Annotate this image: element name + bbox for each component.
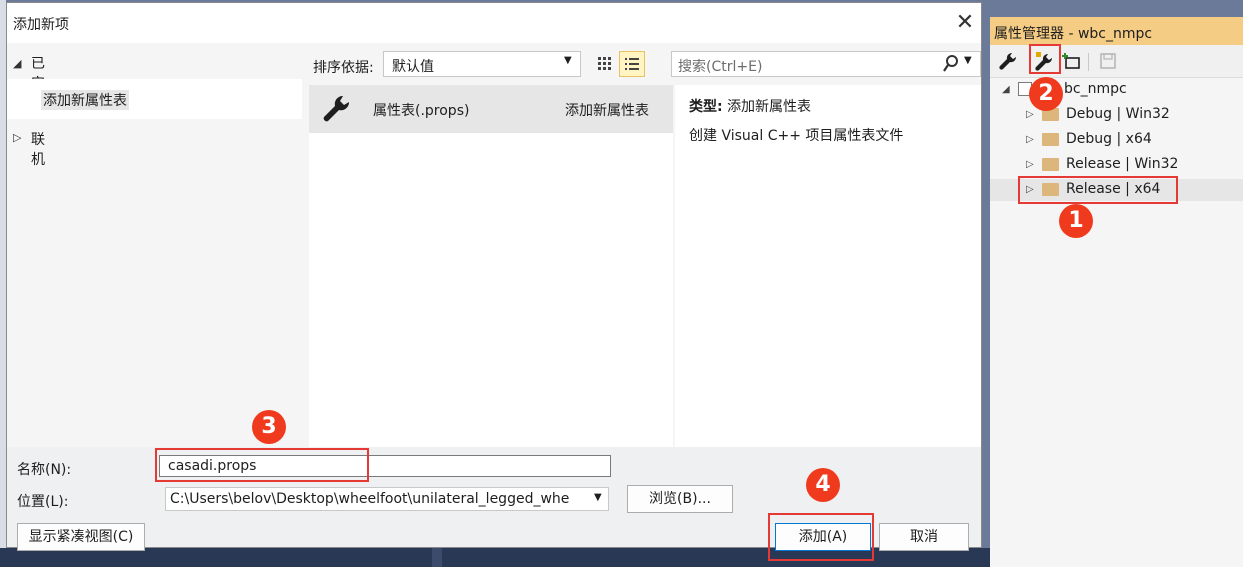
search-icon[interactable] [942, 54, 960, 74]
config-label: Debug | Win32 [1066, 106, 1170, 122]
tree-item-add-property-sheet[interactable]: 添加新属性表 [7, 79, 302, 119]
highlight-box-name [155, 448, 369, 482]
property-manager-header: 属性管理器 - wbc_nmpc [990, 17, 1243, 45]
collapsed-caret-icon[interactable]: ▷ [1026, 109, 1034, 120]
list-icon [625, 58, 639, 70]
ide-background-splitter [432, 548, 442, 567]
tree-node-config[interactable]: ▷ Release | Win32 [990, 154, 1243, 176]
sort-label: 排序依据: [313, 60, 374, 76]
highlight-box-release-x64 [1018, 176, 1178, 204]
step-badge: 2 [1029, 77, 1063, 111]
toolbar-divider [1088, 53, 1089, 71]
grid-view-button[interactable] [592, 51, 618, 77]
project-label: bc_nmpc [1064, 81, 1127, 97]
tree-node-config[interactable]: ▷ Debug | Win32 [990, 104, 1243, 126]
location-field[interactable]: C:\Users\belov\Desktop\wheelfoot\unilate… [165, 487, 609, 511]
panel-title: 属性管理器 - wbc_nmpc [994, 26, 1153, 42]
compact-view-button[interactable]: 显示紧凑视图(C) [17, 523, 145, 551]
location-label: 位置(L): [17, 494, 69, 510]
detail-pane: 类型: 添加新属性表 创建 Visual C++ 项目属性表文件 [675, 85, 981, 447]
collapsed-caret-icon[interactable]: ▷ [13, 131, 21, 144]
detail-type: 类型: 添加新属性表 [689, 96, 811, 116]
save-icon[interactable] [1098, 51, 1118, 71]
folder-icon [1042, 158, 1059, 171]
sort-value: 默认值 [392, 59, 434, 75]
highlight-box-add-button [768, 513, 874, 561]
tree-item-label: 添加新属性表 [41, 90, 129, 110]
wrench-icon [323, 95, 350, 122]
grid-icon [598, 57, 611, 70]
step-badge: 1 [1059, 204, 1093, 238]
expanded-caret-icon[interactable]: ◢ [1002, 84, 1010, 95]
add-existing-property-sheet-icon[interactable] [1062, 51, 1082, 71]
cancel-button[interactable]: 取消 [879, 523, 969, 551]
tree-node-config[interactable]: ▷ Debug | x64 [990, 129, 1243, 151]
chevron-down-icon: ▼ [564, 55, 572, 66]
detail-type-value: 添加新属性表 [727, 99, 812, 115]
property-manager-tree: ◢ bc_nmpc ▷ Debug | Win32 ▷ Debug | x64 … [990, 79, 1243, 567]
dialog-titlebar: 添加新项 ✕ [7, 3, 981, 43]
step-badge: 3 [252, 410, 286, 444]
property-manager-panel: 属性管理器 - wbc_nmpc ◢ bc_nmpc ▷ Debug | Win… [990, 17, 1243, 567]
config-label: Release | Win32 [1066, 156, 1179, 172]
property-manager-toolbar [990, 45, 1243, 78]
search-placeholder: 搜索(Ctrl+E) [678, 59, 763, 75]
chevron-down-icon[interactable]: ▼ [594, 492, 602, 503]
sort-dropdown[interactable]: 默认值 ▼ [383, 51, 581, 77]
tree-node-project[interactable]: ◢ bc_nmpc [990, 79, 1243, 101]
step-badge: 4 [806, 468, 840, 502]
chevron-down-icon[interactable]: ▼ [964, 55, 972, 66]
name-label: 名称(N): [17, 462, 72, 478]
browse-button[interactable]: 浏览(B)... [627, 485, 733, 513]
category-tree: ◢ 已安装 添加新属性表 ▷ 联机 [7, 43, 307, 447]
template-list: 属性表(.props) 添加新属性表 [309, 85, 673, 447]
collapsed-caret-icon[interactable]: ▷ [1026, 159, 1034, 170]
dialog-title: 添加新项 [13, 17, 69, 33]
add-new-item-dialog: 添加新项 ✕ ◢ 已安装 添加新属性表 ▷ 联机 排序依据: 默认值 ▼ [6, 2, 982, 551]
search-input[interactable]: 搜索(Ctrl+E) ▼ [671, 51, 981, 77]
folder-icon [1042, 133, 1059, 146]
highlight-box-add-sheet [1029, 44, 1061, 74]
location-value: C:\Users\belov\Desktop\wheelfoot\unilate… [170, 491, 570, 507]
list-item[interactable]: 属性表(.props) 添加新属性表 [309, 85, 673, 133]
template-category: 添加新属性表 [565, 103, 649, 119]
tree-node-label: 联机 [31, 132, 45, 168]
wrench-icon[interactable] [998, 51, 1018, 71]
list-view-button[interactable] [619, 51, 645, 77]
detail-description: 创建 Visual C++ 项目属性表文件 [689, 128, 904, 144]
config-label: Debug | x64 [1066, 131, 1152, 147]
detail-type-key: 类型: [689, 99, 723, 115]
expanded-caret-icon[interactable]: ◢ [13, 57, 21, 70]
collapsed-caret-icon[interactable]: ▷ [1026, 134, 1034, 145]
close-icon[interactable]: ✕ [951, 9, 979, 37]
template-name: 属性表(.props) [373, 103, 470, 119]
